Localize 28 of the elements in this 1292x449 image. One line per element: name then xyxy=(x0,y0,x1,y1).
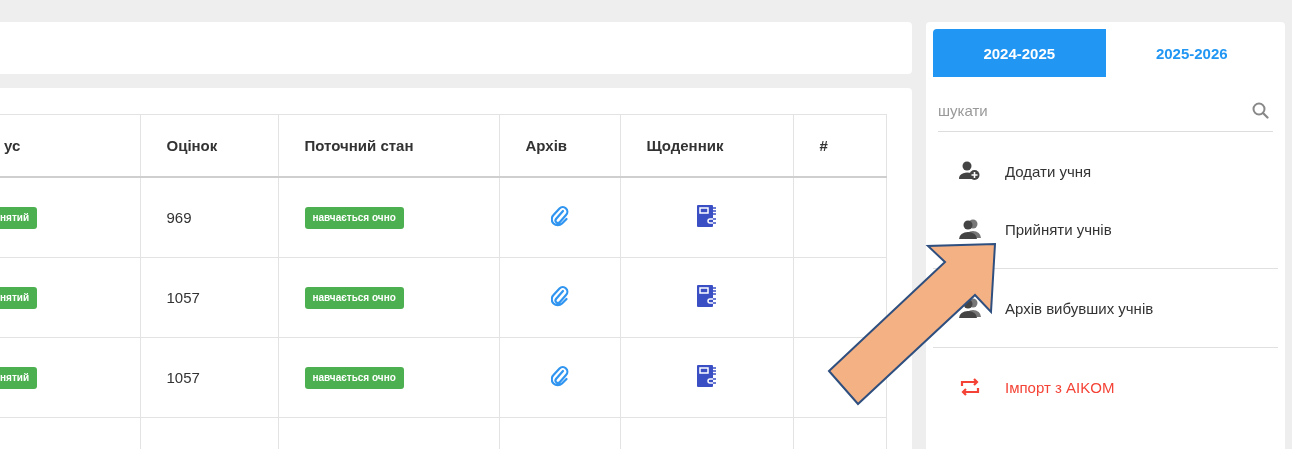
notebook-icon[interactable] xyxy=(697,205,716,227)
grades-count: 1057 xyxy=(166,369,200,386)
column-header: # xyxy=(819,137,828,154)
menu-item[interactable]: Прийняти учнів xyxy=(1005,220,1112,238)
column-header: Архів xyxy=(525,137,568,154)
column-header: Поточний стан xyxy=(304,137,414,154)
menu-item[interactable]: Архів вибувших учнів xyxy=(1005,299,1154,317)
grades-count: 1057 xyxy=(166,289,200,306)
column-header: Щоденник xyxy=(646,137,724,154)
menu-item[interactable]: Імпорт з AIKOM xyxy=(1005,378,1115,396)
menu-item[interactable]: Додати учня xyxy=(1005,162,1092,180)
grades-count: 969 xyxy=(166,209,192,226)
notebook-icon[interactable] xyxy=(697,285,716,307)
state-badge: навчається очно xyxy=(304,286,404,309)
users-icon[interactable] xyxy=(957,219,983,239)
column-header: Оцінок xyxy=(166,137,218,154)
paperclip-icon[interactable] xyxy=(550,285,569,307)
status-badge: нятий xyxy=(0,206,38,229)
state-badge: навчається очно xyxy=(304,366,404,389)
notebook-icon[interactable] xyxy=(697,365,716,387)
state-badge: навчається очно xyxy=(304,206,404,229)
paperclip-icon[interactable] xyxy=(550,365,569,387)
status-badge: нятий xyxy=(0,286,38,309)
search-icon[interactable] xyxy=(1252,102,1269,119)
status-badge: нятий xyxy=(0,366,38,389)
search-field[interactable]: шукати xyxy=(938,89,1273,132)
paperclip-icon[interactable] xyxy=(550,205,569,227)
column-header: ус xyxy=(4,137,21,154)
